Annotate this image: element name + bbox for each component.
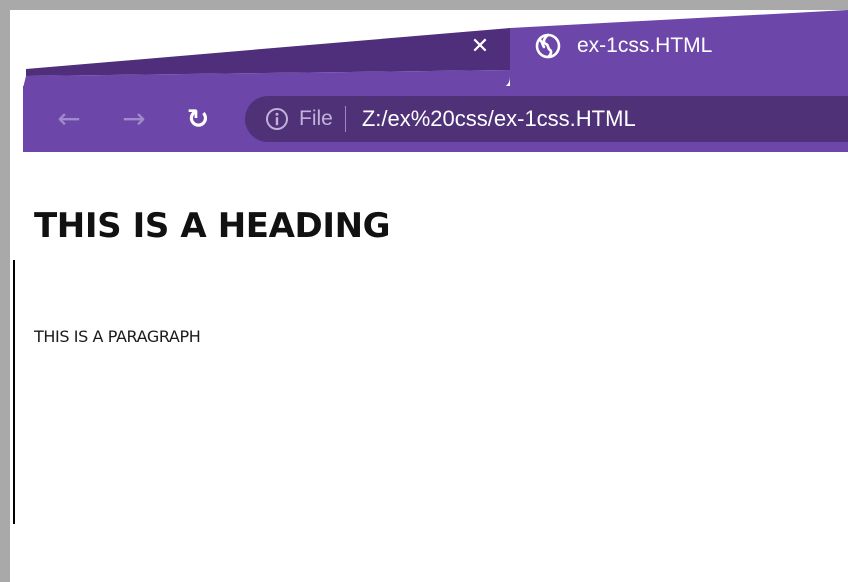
omnibox-divider	[344, 106, 346, 132]
page-paragraph: THIS IS A PARAGRAPH	[34, 327, 201, 346]
inactive-tab-shape	[26, 28, 510, 76]
address-bar[interactable]: File Z:/ex%20css/ex-1css.HTML	[245, 96, 848, 142]
tab-close-icon[interactable]: ✕	[471, 36, 489, 58]
tab-title: ex-1css.HTML	[577, 34, 713, 57]
back-button[interactable]: ←	[54, 104, 84, 134]
reload-button[interactable]: ↻	[183, 104, 213, 134]
forward-button[interactable]: →	[119, 104, 149, 134]
tab-strip: ✕ ex-1css.HTML	[10, 10, 848, 88]
url-text[interactable]: Z:/ex%20css/ex-1css.HTML	[362, 106, 636, 132]
scheme-label: File	[299, 107, 333, 130]
browser-toolbar: ← → ↻ File Z:/ex%20css/ex-1css.HTML	[23, 86, 848, 152]
screenshot-area: ✕ ex-1css.HTML ← → ↻ File Z:/ex%20css/ex…	[10, 10, 848, 582]
tab-strip-shape	[23, 10, 848, 88]
active-tab[interactable]: ex-1css.HTML	[515, 26, 712, 66]
inactive-tab[interactable]: ✕	[450, 30, 510, 64]
globe-icon	[535, 33, 561, 59]
page-heading: THIS IS A HEADING	[34, 206, 391, 246]
info-icon[interactable]	[265, 107, 289, 131]
window-edge-line	[13, 260, 15, 524]
